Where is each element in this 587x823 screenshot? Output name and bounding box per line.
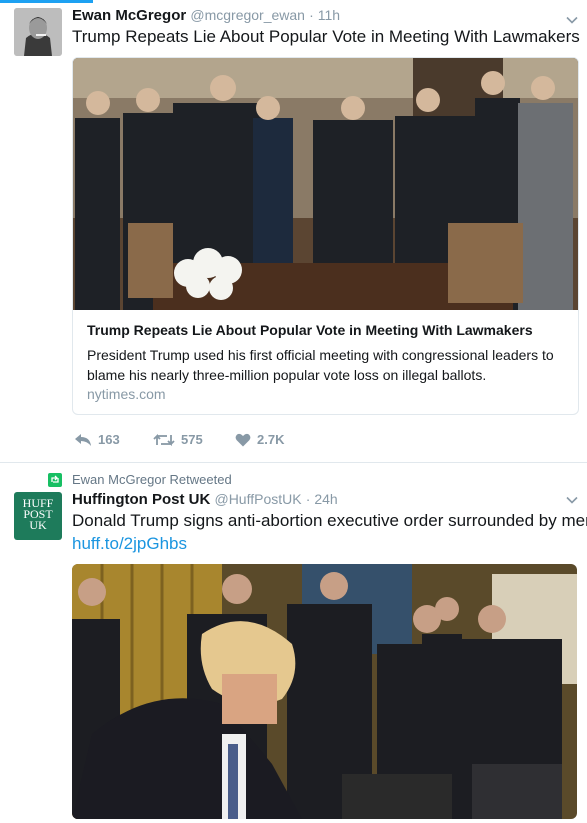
tweet-timestamp[interactable]: · 11h <box>309 7 340 23</box>
retweet-context-label[interactable]: Ewan McGregor Retweeted <box>72 472 232 487</box>
retweet-icon <box>153 433 175 446</box>
reply-icon <box>75 433 91 446</box>
avatar-portrait-image <box>14 8 62 56</box>
author-handle[interactable]: @mcgregor_ewan <box>190 7 305 23</box>
logo-line-3: UK <box>29 518 47 532</box>
author-name[interactable]: Huffington Post UK <box>72 491 210 508</box>
tweet-text: Donald Trump signs anti-abortion executi… <box>72 511 587 530</box>
tweet-timestamp[interactable]: · 24h <box>306 491 338 507</box>
author-name[interactable]: Ewan McGregor <box>72 7 186 24</box>
author-handle[interactable]: @HuffPostUK <box>214 491 301 507</box>
avatar[interactable] <box>14 8 62 56</box>
tweet-header: Ewan McGregor @mcgregor_ewan · 11h <box>72 7 340 24</box>
avatar-huffpost[interactable]: HUFF POST UK <box>14 492 62 540</box>
tweet-link[interactable]: huff.to/2jpGhbs <box>72 534 187 554</box>
card-domain: nytimes.com <box>87 386 166 402</box>
tweet-huffpost[interactable]: Ewan McGregor Retweeted HUFF POST UK Huf… <box>0 463 587 823</box>
reply-button[interactable]: 163 <box>74 432 120 447</box>
retweet-badge-icon <box>48 472 62 487</box>
card-title: Trump Repeats Lie About Popular Vote in … <box>87 322 533 338</box>
tweet-text: Trump Repeats Lie About Popular Vote in … <box>72 27 580 46</box>
reply-count: 163 <box>98 432 120 447</box>
chevron-down-icon[interactable] <box>566 494 578 506</box>
heart-icon <box>235 433 251 446</box>
retweet-context: Ewan McGregor Retweeted <box>48 472 232 487</box>
tweet-header: Huffington Post UK @HuffPostUK · 24h <box>72 491 338 508</box>
tweet-nytimes-share[interactable]: Ewan McGregor @mcgregor_ewan · 11h Trump… <box>0 0 587 463</box>
photo-image <box>72 564 577 819</box>
like-count: 2.7K <box>257 432 285 447</box>
chevron-down-icon[interactable] <box>566 14 578 26</box>
card-description: President Trump used his first official … <box>87 347 554 383</box>
card-image <box>73 58 578 310</box>
retweet-count: 575 <box>181 432 203 447</box>
retweet-button[interactable]: 575 <box>153 432 203 447</box>
huffpost-logo: HUFF POST UK <box>14 497 62 532</box>
link-card[interactable]: Trump Repeats Lie About Popular Vote in … <box>72 57 579 415</box>
tweet-photo[interactable] <box>72 564 577 819</box>
like-button[interactable]: 2.7K <box>235 432 284 447</box>
